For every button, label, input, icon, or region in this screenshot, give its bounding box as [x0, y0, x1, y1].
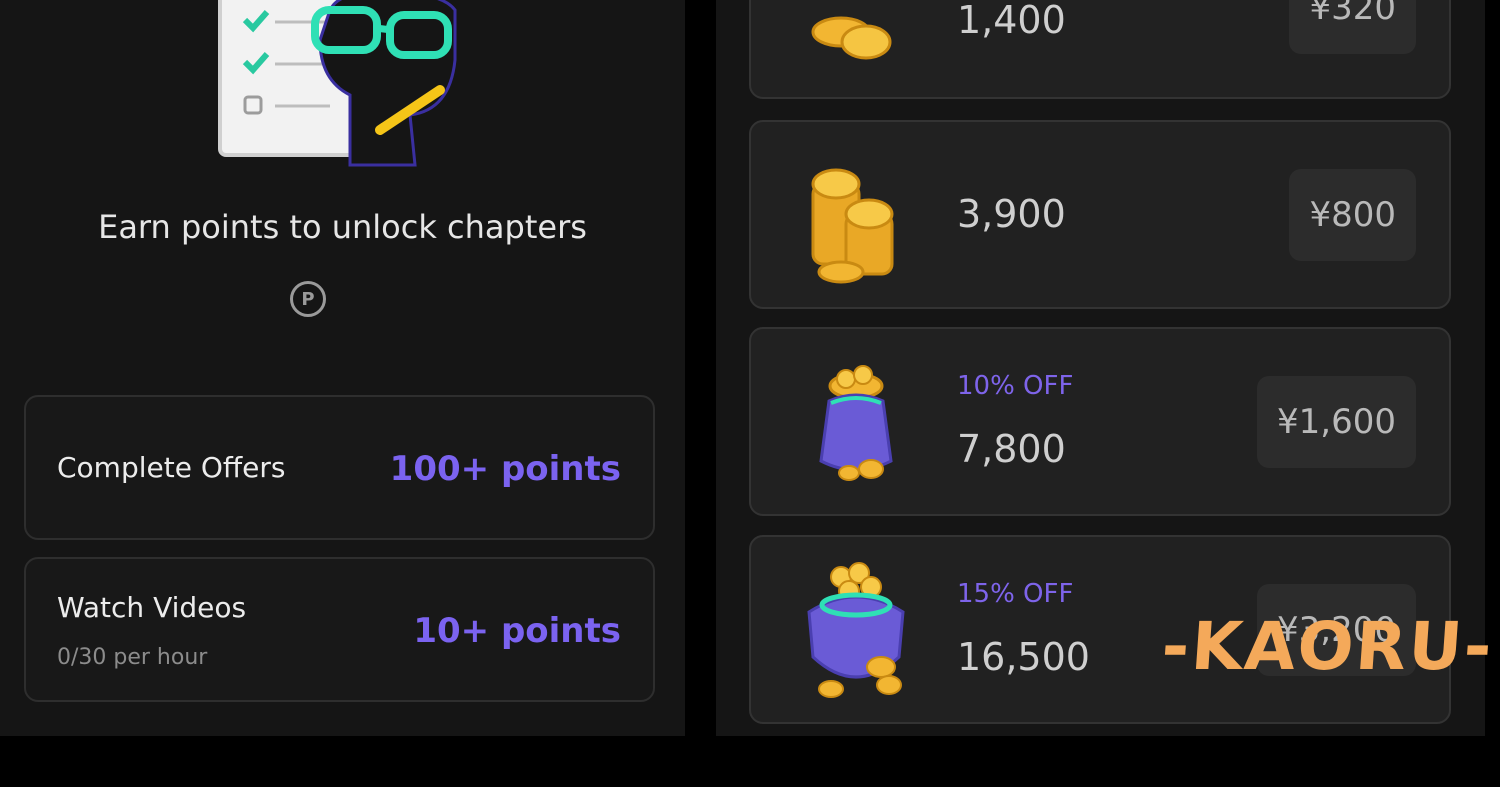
offer-title: Complete Offers [57, 451, 286, 484]
offer-points: 100+ points [389, 449, 621, 489]
price-button[interactable]: ¥1,600 [1257, 376, 1416, 468]
coin-stack-icon [811, 168, 894, 284]
earn-points-panel: Earn points to unlock chapters P Complet… [0, 0, 685, 736]
discount-label: 15% OFF [957, 579, 1074, 609]
discount-label: 10% OFF [957, 371, 1074, 401]
pack-amount: 16,500 [957, 635, 1090, 679]
offer-title: Watch Videos [57, 591, 247, 624]
watch-videos-card[interactable]: Watch Videos 0/30 per hour 10+ points [24, 557, 655, 702]
mascot-checklist-illustration [218, 0, 457, 167]
kaoru-watermark: -KAORU- [1159, 608, 1497, 685]
pack-amount: 7,800 [957, 427, 1066, 471]
points-icon: P [290, 281, 326, 317]
coin-pack-card[interactable]: 1,400 ¥320 [749, 0, 1451, 99]
coin-pack-card[interactable]: 10% OFF 7,800 ¥1,600 [749, 327, 1451, 516]
coin-bag-icon [819, 365, 893, 481]
offer-points: 10+ points [413, 611, 621, 651]
coin-stack-small-icon [811, 16, 892, 60]
price-button[interactable]: ¥800 [1289, 169, 1416, 261]
complete-offers-card[interactable]: Complete Offers 100+ points [24, 395, 655, 540]
page-title: Earn points to unlock chapters [98, 208, 587, 246]
offer-subtitle: 0/30 per hour [57, 645, 208, 670]
coin-pot-icon [807, 562, 905, 698]
coin-pack-card[interactable]: 3,900 ¥800 [749, 120, 1451, 309]
pack-amount: 3,900 [957, 192, 1066, 236]
pack-amount: 1,400 [957, 0, 1066, 42]
price-button[interactable]: ¥320 [1289, 0, 1416, 54]
